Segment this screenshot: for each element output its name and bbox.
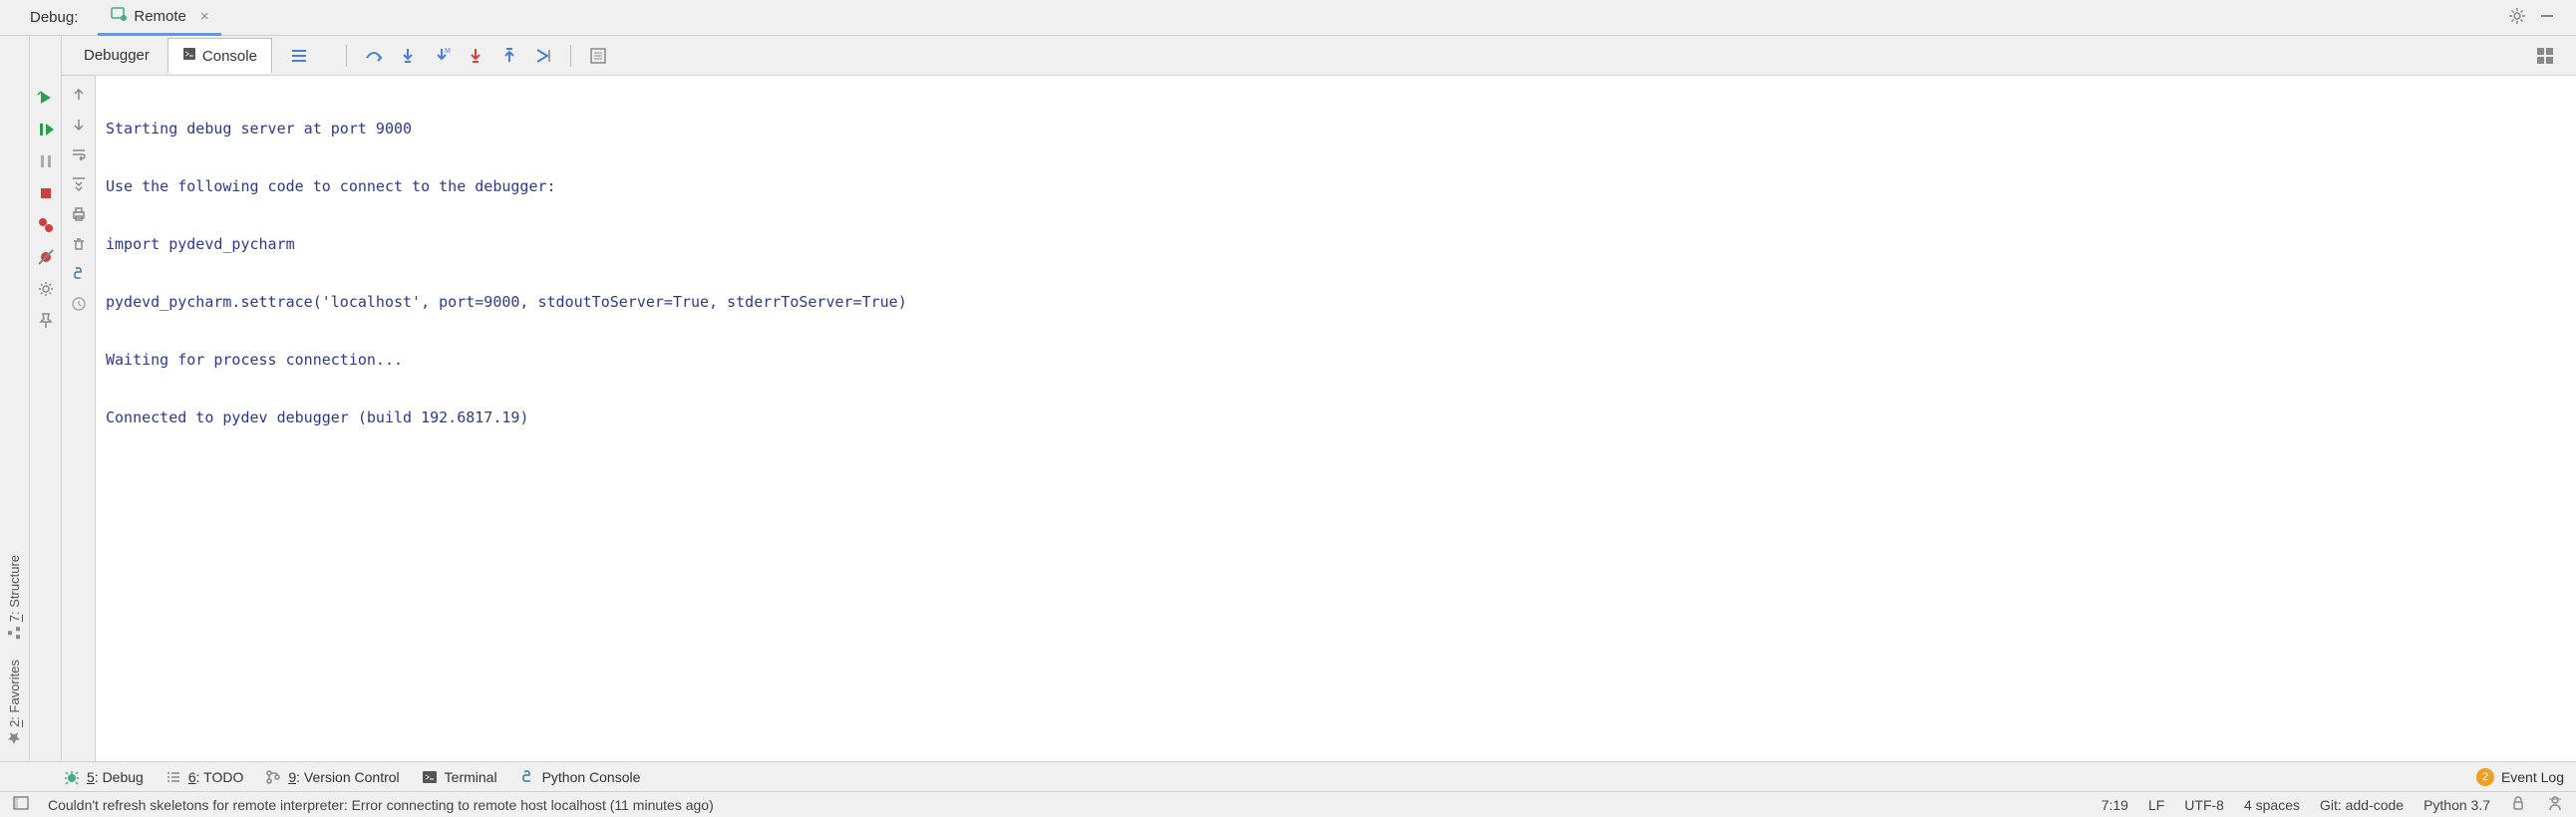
console-line: import pydevd_pycharm <box>106 233 2566 255</box>
python-prompt-button[interactable] <box>62 259 96 289</box>
close-icon[interactable]: × <box>200 8 209 25</box>
run-to-cursor-button[interactable] <box>528 41 558 71</box>
todo-tool-button[interactable]: 6: TODO <box>165 769 244 785</box>
soft-wrap-button[interactable] <box>62 139 96 169</box>
version-control-tool-button[interactable]: 9: Version Control <box>265 769 399 785</box>
settings-button[interactable] <box>30 273 62 305</box>
event-log-tool-button[interactable]: 2 Event Log <box>2476 768 2564 786</box>
debug-config-tab[interactable]: Remote × <box>98 0 220 36</box>
indent-setting[interactable]: 4 spaces <box>2244 797 2300 813</box>
tab-console[interactable]: Console <box>167 38 272 74</box>
ide-features-icon[interactable] <box>2546 794 2564 815</box>
python-interpreter[interactable]: Python 3.7 <box>2423 797 2490 813</box>
clear-button[interactable] <box>62 229 96 259</box>
scroll-up-button[interactable] <box>62 80 96 110</box>
tab-debugger[interactable]: Debugger <box>70 39 163 72</box>
step-out-button[interactable] <box>494 41 524 71</box>
python-config-icon <box>110 5 128 27</box>
resume-button[interactable] <box>30 114 62 145</box>
file-encoding[interactable]: UTF-8 <box>2184 797 2224 813</box>
structure-tool-button[interactable]: 7: Structure <box>7 547 22 648</box>
history-button[interactable] <box>62 289 96 319</box>
left-tool-window-bar: 7: Structure 2: Favorites <box>0 36 30 761</box>
debugger-tabs-row: Debugger Console M <box>62 36 2576 76</box>
terminal-tool-button[interactable]: Terminal <box>422 769 497 785</box>
step-into-mycode-button[interactable]: M <box>427 41 457 71</box>
scroll-down-button[interactable] <box>62 110 96 139</box>
bottom-tool-strip: 5: Debug 6: TODO 9: Version Control Term… <box>0 761 2576 791</box>
debug-tool-button[interactable]: 5: Debug <box>64 769 144 785</box>
layout-settings-button[interactable] <box>2530 41 2560 71</box>
debug-run-controls <box>30 36 62 761</box>
cursor-position[interactable]: 7:19 <box>2101 797 2128 813</box>
view-breakpoints-button[interactable] <box>30 209 62 241</box>
minimize-icon[interactable] <box>2538 7 2556 28</box>
console-line: Starting debug server at port 9000 <box>106 118 2566 139</box>
rerun-button[interactable] <box>30 82 62 114</box>
threads-button[interactable] <box>284 41 314 71</box>
evaluate-expression-button[interactable] <box>583 41 613 71</box>
console-line: Connected to pydev debugger (build 192.6… <box>106 407 2566 428</box>
margin-icon[interactable] <box>12 794 30 815</box>
force-step-into-button[interactable] <box>461 41 490 71</box>
step-into-button[interactable] <box>393 41 423 71</box>
git-branch[interactable]: Git: add-code <box>2320 797 2404 813</box>
line-separator[interactable]: LF <box>2148 797 2164 813</box>
favorites-tool-button[interactable]: 2: Favorites <box>7 652 22 753</box>
debug-label: Debug: <box>30 9 78 26</box>
pause-button[interactable] <box>30 145 62 177</box>
console-output[interactable]: Starting debug server at port 9000 Use t… <box>96 76 2576 761</box>
svg-text:M: M <box>445 48 451 55</box>
print-button[interactable] <box>62 199 96 229</box>
gear-icon[interactable] <box>2508 7 2526 28</box>
python-console-tool-button[interactable]: Python Console <box>519 769 641 785</box>
debug-panel-header: Debug: Remote × <box>0 0 2576 36</box>
console-icon <box>182 47 196 65</box>
pin-button[interactable] <box>30 305 62 337</box>
lock-icon[interactable] <box>2510 795 2526 814</box>
step-over-button[interactable] <box>359 41 389 71</box>
status-message: Couldn't refresh skeletons for remote in… <box>48 797 714 813</box>
debug-config-name: Remote <box>134 8 186 25</box>
mute-breakpoints-button[interactable] <box>30 241 62 273</box>
scroll-to-end-button[interactable] <box>62 169 96 199</box>
console-line: pydevd_pycharm.settrace('localhost', por… <box>106 291 2566 313</box>
console-gutter <box>62 76 96 761</box>
event-count-badge: 2 <box>2476 768 2494 786</box>
status-bar: Couldn't refresh skeletons for remote in… <box>0 791 2576 817</box>
console-line: Use the following code to connect to the… <box>106 175 2566 197</box>
console-line: Waiting for process connection... <box>106 349 2566 371</box>
stop-button[interactable] <box>30 177 62 209</box>
